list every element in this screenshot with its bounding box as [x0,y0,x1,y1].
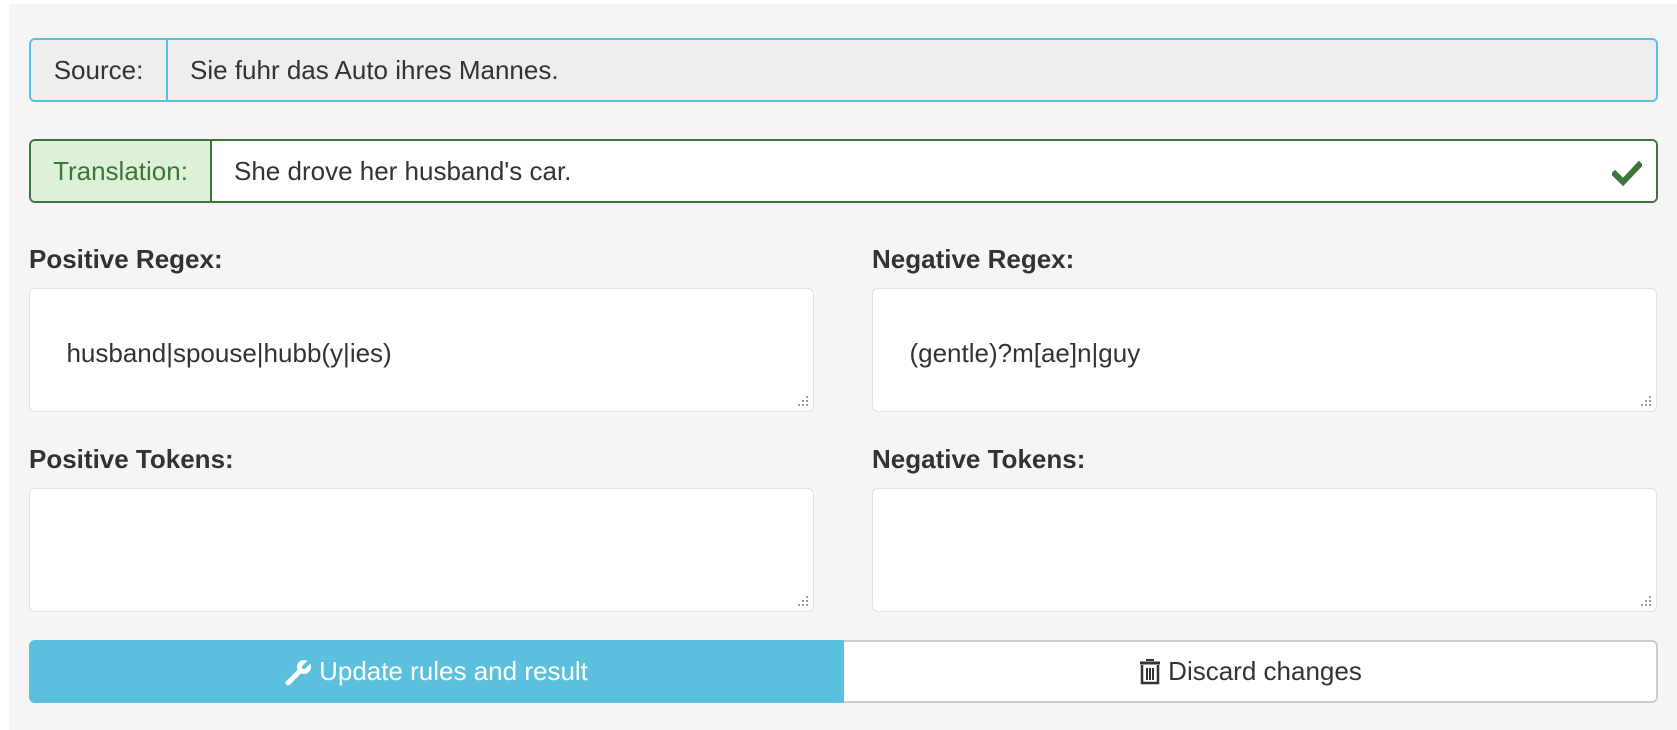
negative-regex-value: (gentle)?m[ae]n|guy [909,338,1141,368]
negative-tokens-input[interactable] [872,488,1657,612]
source-label: Source: [31,40,168,100]
resize-grip-icon[interactable] [1640,595,1652,607]
negative-tokens-label: Negative Tokens: [872,444,1086,474]
action-button-group: Update rules and result Discard changes [29,640,1658,703]
positive-tokens-label: Positive Tokens: [29,444,234,474]
check-icon [1612,160,1642,187]
resize-grip-icon[interactable] [797,395,809,407]
positive-tokens-input[interactable] [29,488,814,612]
translation-text: She drove her husband's car. [234,155,572,186]
negative-regex-label: Negative Regex: [872,244,1075,274]
update-rules-button[interactable]: Update rules and result [29,640,844,703]
discard-changes-label: Discard changes [1168,656,1362,686]
resize-grip-icon[interactable] [1640,395,1652,407]
wrench-icon [285,657,314,685]
positive-regex-value: husband|spouse|hubb(y|ies) [66,338,392,368]
discard-changes-button[interactable]: Discard changes [844,640,1658,703]
positive-regex-label: Positive Regex: [29,244,223,274]
trash-icon [1140,658,1161,684]
update-rules-label: Update rules and result [319,656,588,686]
translation-group: Translation: She drove her husband's car… [29,139,1658,203]
negative-regex-input[interactable]: (gentle)?m[ae]n|guy [872,288,1657,412]
source-text: Sie fuhr das Auto ihres Mannes. [168,40,1656,100]
translation-label: Translation: [31,141,212,201]
resize-grip-icon[interactable] [797,595,809,607]
source-group: Source: Sie fuhr das Auto ihres Mannes. [29,38,1658,102]
positive-regex-input[interactable]: husband|spouse|hubb(y|ies) [29,288,814,412]
translation-field[interactable]: She drove her husband's car. [212,141,1656,201]
